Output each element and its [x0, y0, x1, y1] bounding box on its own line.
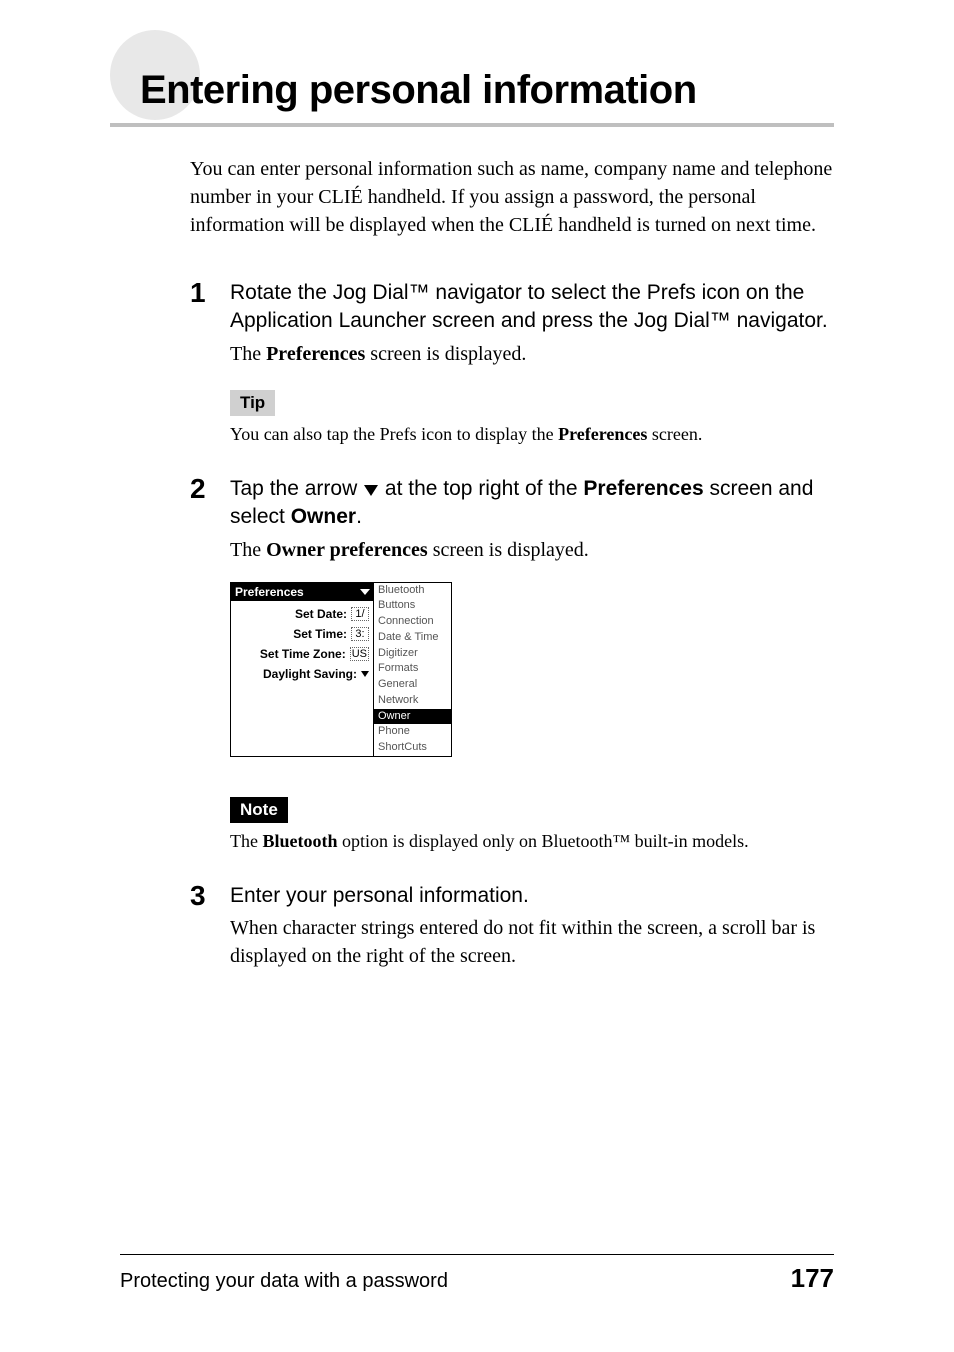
step-1-result: The Preferences screen is displayed.	[230, 340, 834, 368]
palm-title: Preferences	[235, 585, 304, 599]
step-number: 2	[190, 475, 230, 854]
embedded-screenshot: Preferences Set Date: 1/ Set Time:	[230, 582, 834, 757]
palm-row-time: Set Time: 3:	[235, 627, 369, 641]
value[interactable]: US	[350, 647, 369, 661]
step-3-result: When character strings entered do not fi…	[230, 914, 834, 970]
intro-paragraph: You can enter personal information such …	[190, 155, 834, 239]
palm-titlebar: Preferences	[231, 583, 373, 601]
page-footer: Protecting your data with a password 177	[120, 1254, 834, 1294]
text: You can also tap the Prefs icon to displ…	[230, 424, 558, 444]
step-number: 3	[190, 882, 230, 970]
text: at the top right of the	[379, 477, 583, 500]
step-1: 1 Rotate the Jog Dial™ navigator to sele…	[190, 279, 834, 447]
text: The	[230, 831, 262, 851]
text: screen is displayed.	[428, 539, 589, 561]
label: Set Time:	[293, 627, 347, 641]
label: Set Time Zone:	[260, 647, 346, 661]
page-number: 177	[791, 1263, 834, 1294]
text: screen.	[647, 424, 702, 444]
text: .	[356, 505, 362, 528]
palm-window: Preferences Set Date: 1/ Set Time:	[230, 582, 452, 757]
palm-menu-item[interactable]: General	[374, 677, 451, 693]
label: Set Date:	[295, 607, 347, 621]
text: screen is displayed.	[365, 343, 526, 365]
text: The	[230, 343, 266, 365]
palm-menu-item[interactable]: ShortCuts	[374, 740, 451, 756]
step-2-result: The Owner preferences screen is displaye…	[230, 536, 834, 564]
palm-menu-item[interactable]: Date & Time	[374, 630, 451, 646]
palm-row-timezone: Set Time Zone: US	[235, 647, 369, 661]
bold-text: Preferences	[266, 343, 365, 365]
tip-text: You can also tap the Prefs icon to displ…	[230, 422, 834, 447]
palm-menu-item[interactable]: Bluetooth	[374, 583, 451, 599]
palm-row-daylight: Daylight Saving:	[235, 667, 369, 681]
bold-text: Owner	[291, 505, 356, 528]
palm-menu-item[interactable]: Phone	[374, 724, 451, 740]
step-1-instruction: Rotate the Jog Dial™ navigator to select…	[230, 279, 834, 336]
title-rule	[110, 123, 834, 127]
text: Tap the arrow	[230, 477, 363, 500]
down-triangle-icon	[364, 485, 378, 496]
footer-section-title: Protecting your data with a password	[120, 1270, 448, 1293]
chapter-title: Entering personal information	[140, 68, 834, 113]
step-3-instruction: Enter your personal information.	[230, 882, 834, 910]
palm-menu-item[interactable]: Connection	[374, 614, 451, 630]
palm-menu-item[interactable]: Buttons	[374, 598, 451, 614]
palm-menu-item[interactable]: Owner	[374, 709, 451, 725]
palm-row-date: Set Date: 1/	[235, 607, 369, 621]
dropdown-arrow-icon[interactable]	[360, 589, 370, 595]
value[interactable]: 1/	[351, 607, 369, 621]
step-number: 1	[190, 279, 230, 447]
footer-rule	[120, 1254, 834, 1255]
palm-menu-item[interactable]: Network	[374, 693, 451, 709]
bold-text: Bluetooth	[262, 831, 337, 851]
label: Daylight Saving:	[263, 667, 357, 681]
tip-label: Tip	[230, 390, 275, 416]
text: The	[230, 539, 266, 561]
note-text: The Bluetooth option is displayed only o…	[230, 829, 834, 854]
bold-text: Owner preferences	[266, 539, 428, 561]
bold-text: Preferences	[558, 424, 647, 444]
step-3: 3 Enter your personal information. When …	[190, 882, 834, 970]
palm-menu-item[interactable]: Formats	[374, 661, 451, 677]
text: option is displayed only on Bluetooth™ b…	[338, 831, 749, 851]
palm-dropdown-menu[interactable]: BluetoothButtonsConnectionDate & TimeDig…	[373, 583, 451, 756]
palm-menu-item[interactable]: Digitizer	[374, 646, 451, 662]
step-2: 2 Tap the arrow at the top right of the …	[190, 475, 834, 854]
chevron-down-icon[interactable]	[361, 671, 369, 677]
note-label: Note	[230, 797, 288, 823]
step-2-instruction: Tap the arrow at the top right of the Pr…	[230, 475, 834, 532]
value[interactable]: 3:	[351, 627, 369, 641]
bold-text: Preferences	[583, 477, 703, 500]
